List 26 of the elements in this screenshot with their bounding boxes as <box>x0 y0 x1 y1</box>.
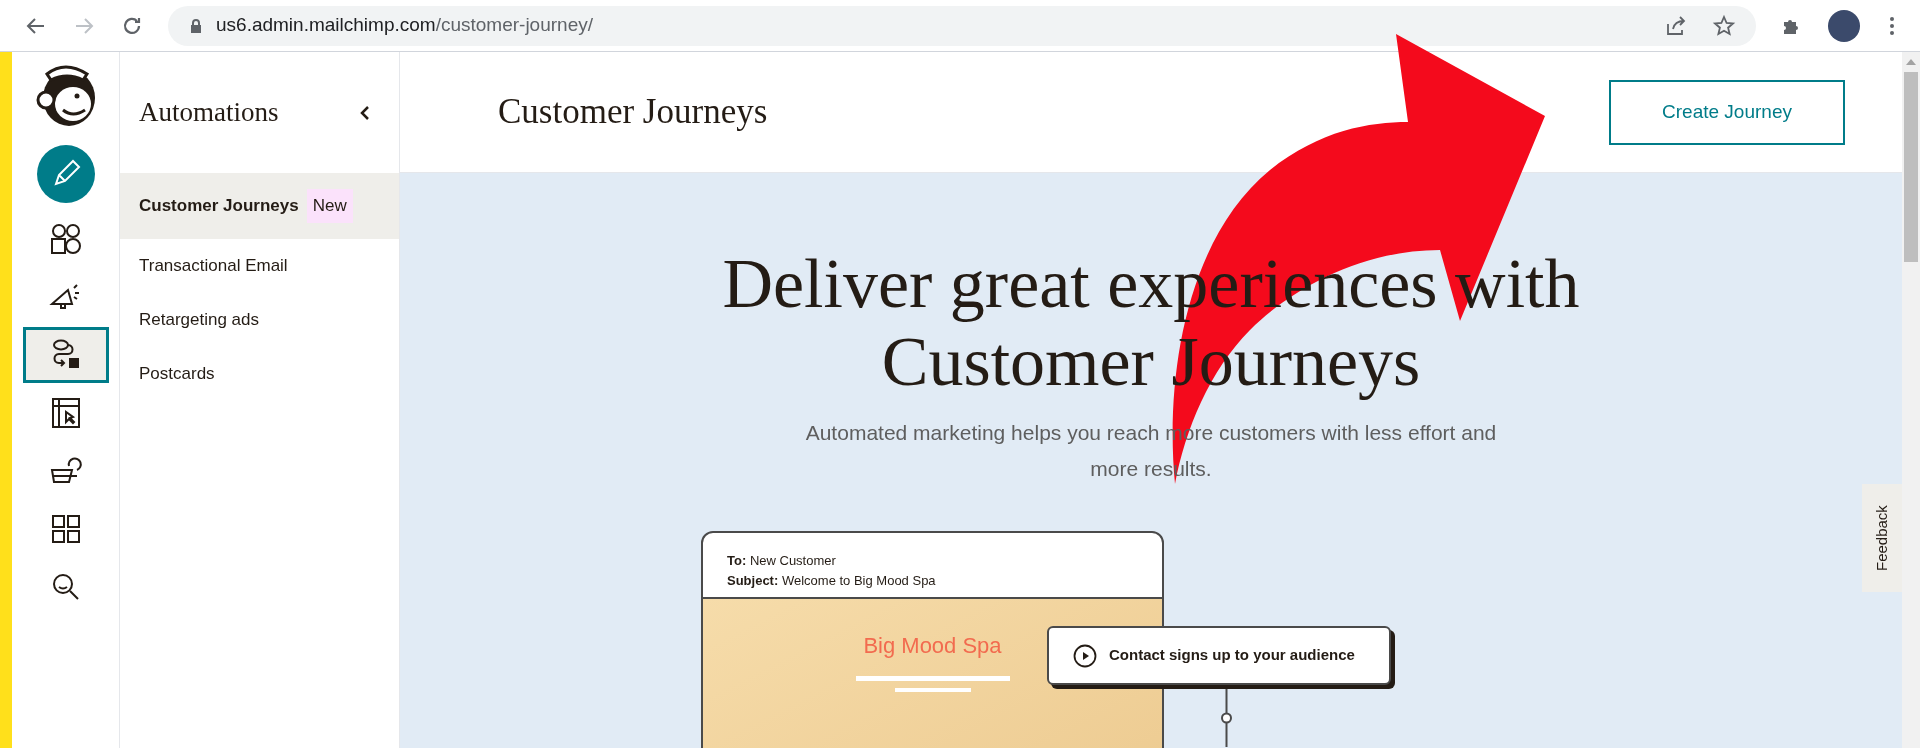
email-subject: Subject: Welcome to Big Mood Spa <box>727 572 937 590</box>
email-recipient: To: New Customer <box>727 552 837 570</box>
create-journey-button[interactable]: Create Journey <box>1609 79 1845 145</box>
nav-label: Retargeting ads <box>139 309 260 332</box>
share-icon[interactable] <box>1664 13 1688 38</box>
page-title: Customer Journeys <box>498 90 768 133</box>
avatar[interactable] <box>1828 9 1860 42</box>
nav-label: Postcards <box>139 363 215 386</box>
nav-item[interactable]: Retargeting ads <box>120 293 399 347</box>
panel-title: Automations <box>139 96 279 130</box>
lock-icon <box>188 17 204 34</box>
play-icon <box>1073 643 1097 668</box>
trigger-label: Contact signs up to your audience <box>1109 645 1355 666</box>
address-bar[interactable]: us6.admin.mailchimp.com/customer-journey/ <box>168 5 1756 46</box>
pencil-icon <box>35 144 96 204</box>
rail-item[interactable] <box>22 327 109 383</box>
nav-item[interactable]: Postcards <box>120 347 399 401</box>
new-badge: New <box>306 189 353 223</box>
nav-item[interactable]: Transactional Email <box>120 239 399 293</box>
scrollbar-thumb[interactable] <box>1904 72 1918 262</box>
feedback-tab[interactable]: Feedback <box>1862 484 1902 592</box>
nav-label: Customer Journeys <box>139 195 299 218</box>
nav-item[interactable]: Customer Journeys New <box>120 173 399 239</box>
nav-label: Transactional Email <box>139 255 288 278</box>
brand-name: Big Mood Spa <box>863 632 1002 660</box>
star-icon[interactable] <box>1712 13 1736 38</box>
